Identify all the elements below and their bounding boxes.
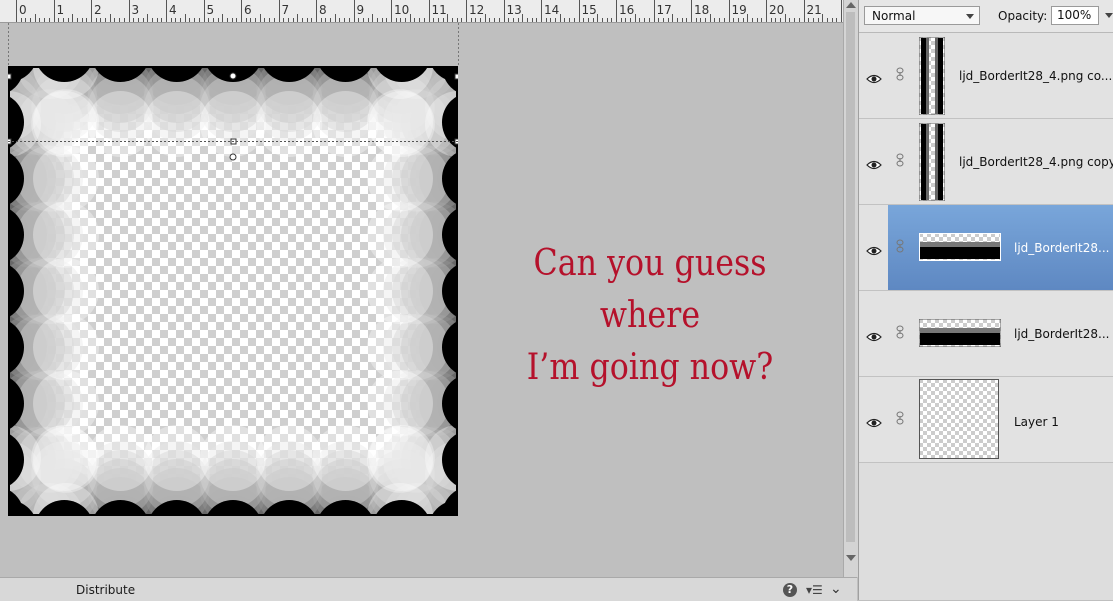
caption-line-1: Can you guess where xyxy=(533,243,767,336)
layer-name: Layer 1 xyxy=(1014,415,1059,429)
ruler-number: 1 xyxy=(56,3,65,17)
eye-icon[interactable] xyxy=(866,242,882,261)
blend-mode-value: Normal xyxy=(872,9,916,23)
layer-thumbnail xyxy=(919,123,945,201)
eye-icon[interactable] xyxy=(866,328,882,347)
opacity-dropdown-icon[interactable] xyxy=(1105,13,1113,18)
ruler-number: 9 xyxy=(356,3,365,17)
ruler-number: 10 xyxy=(394,3,410,17)
scrollbar-thumb[interactable] xyxy=(846,12,855,542)
ruler-number: 8 xyxy=(319,3,327,17)
ruler-number: 3 xyxy=(131,3,140,17)
ruler-number: 0 xyxy=(19,3,27,17)
ruler-number: 14 xyxy=(544,3,560,17)
layers-panel: Normal Opacity: 100% ljd_BorderIt28_4.pn… xyxy=(858,0,1113,600)
eye-icon[interactable] xyxy=(866,414,882,433)
ruler-number: 7 xyxy=(281,3,290,17)
ruler-number: 15 xyxy=(581,3,597,17)
layer-thumbnail xyxy=(919,233,1001,261)
chevron-down-icon xyxy=(966,14,974,19)
ruler-number: 17 xyxy=(656,3,672,17)
chevron-down-icon[interactable]: ⌄ xyxy=(830,581,842,597)
eye-icon[interactable] xyxy=(866,156,882,175)
scalloped-frame-image[interactable] xyxy=(8,66,458,516)
link-icon[interactable] xyxy=(896,410,904,429)
layer-row[interactable]: Layer 1 xyxy=(859,377,1113,463)
layer-name: ljd_BorderIt28_4.png copy xyxy=(959,155,1113,169)
ruler-number: 4 xyxy=(169,3,177,17)
layer-name: ljd_BorderIt28_4.png co... xyxy=(959,69,1113,83)
link-icon[interactable] xyxy=(896,324,904,343)
link-icon[interactable] xyxy=(896,238,904,257)
ruler-number: 20 xyxy=(769,3,785,17)
ruler-number: 13 xyxy=(506,3,522,17)
link-icon[interactable] xyxy=(896,66,904,85)
scroll-up-icon[interactable] xyxy=(846,2,856,8)
vertical-scrollbar[interactable] xyxy=(843,0,858,577)
tool-options-bar: Distribute ? ▾☰ ⌄ xyxy=(0,577,857,601)
ruler-number: 11 xyxy=(431,3,447,17)
layer-row[interactable]: ljd_BorderIt28_4.png copy xyxy=(859,119,1113,205)
layer-row[interactable]: ljd_BorderIt28... xyxy=(859,291,1113,377)
ruler-number: 18 xyxy=(694,3,710,17)
blend-mode-select[interactable]: Normal xyxy=(864,6,980,25)
layer-row[interactable]: ljd_BorderIt28... xyxy=(859,205,1113,291)
ruler-ticks xyxy=(16,0,842,22)
ruler-number: 16 xyxy=(619,3,635,17)
link-icon[interactable] xyxy=(896,152,904,171)
help-icon[interactable]: ? xyxy=(783,583,797,597)
layers-panel-header: Normal Opacity: 100% xyxy=(859,0,1113,33)
ruler-number: 6 xyxy=(244,3,252,17)
opacity-input[interactable]: 100% xyxy=(1051,6,1099,25)
distribute-label: Distribute xyxy=(76,583,136,597)
ruler-number: 2 xyxy=(94,3,102,17)
layer-row[interactable]: ljd_BorderIt28_4.png co... xyxy=(859,33,1113,119)
document-canvas[interactable]: Can you guess where I’m going now? xyxy=(0,23,843,577)
ruler-number: 21 xyxy=(806,3,822,17)
panel-menu-icon[interactable]: ▾☰ xyxy=(806,583,823,597)
ruler-number: 5 xyxy=(206,3,215,17)
opacity-label: Opacity: xyxy=(998,9,1048,23)
scroll-down-icon[interactable] xyxy=(846,555,856,561)
layer-thumbnail xyxy=(919,319,1001,347)
layer-name: ljd_BorderIt28... xyxy=(1014,327,1110,341)
caption-text: Can you guess where I’m going now? xyxy=(478,238,821,394)
ruler-number: 12 xyxy=(469,3,485,17)
layer-name: ljd_BorderIt28... xyxy=(1014,241,1110,255)
ruler-number: 19 xyxy=(731,3,747,17)
eye-icon[interactable] xyxy=(866,70,882,89)
layer-thumbnail xyxy=(919,37,945,115)
horizontal-ruler: 01234567891011121314151617181920212 xyxy=(0,0,845,23)
layer-thumbnail xyxy=(919,379,999,459)
caption-line-2: I’m going now? xyxy=(526,347,774,388)
